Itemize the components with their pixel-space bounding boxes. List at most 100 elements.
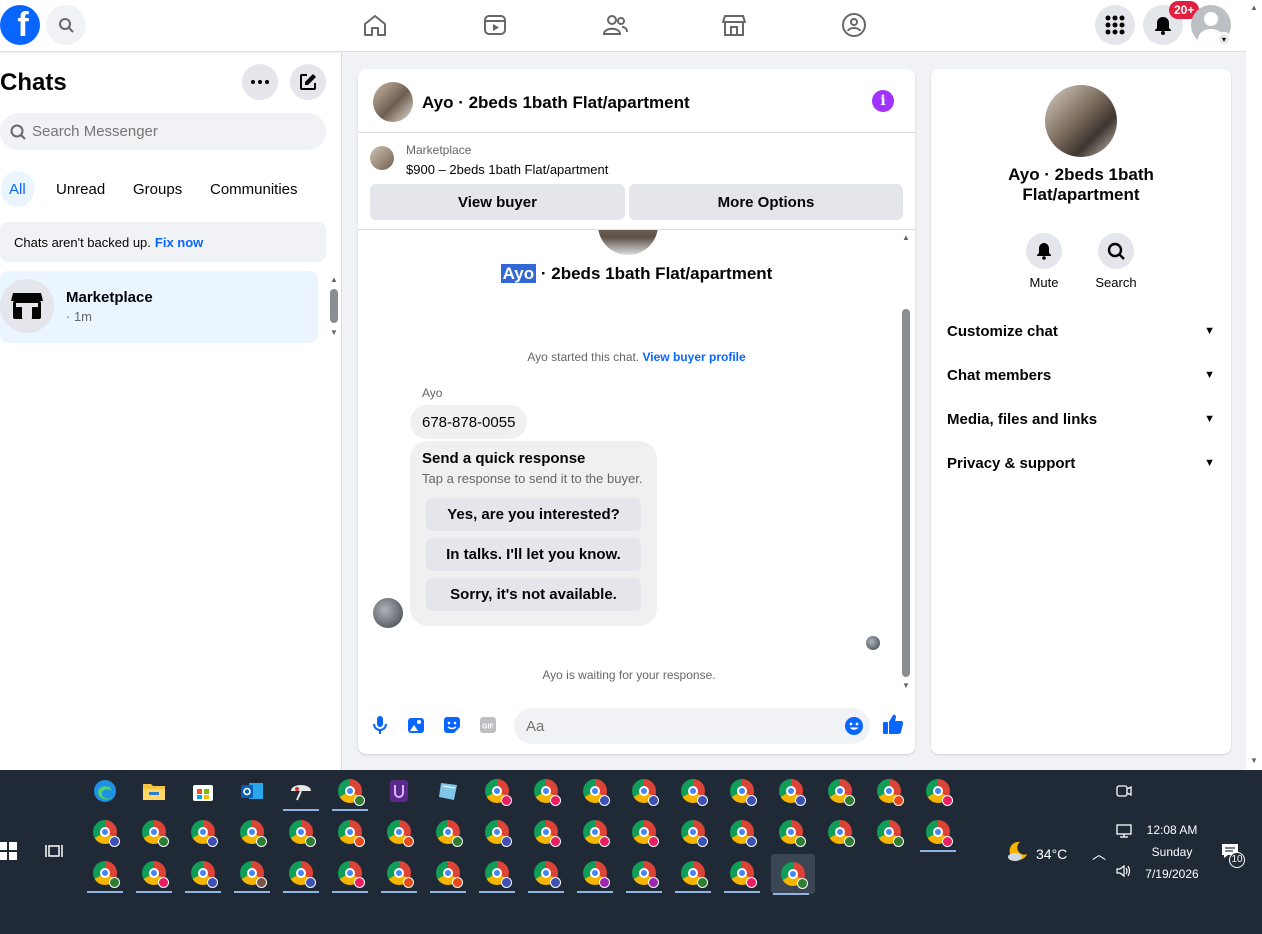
chrome-app[interactable] xyxy=(624,772,664,810)
privacy-support-section[interactable]: Privacy & support ▼ xyxy=(947,445,1215,481)
chrome-app[interactable] xyxy=(379,854,419,893)
sticker-button[interactable] xyxy=(442,715,462,735)
chat-list-item[interactable]: Marketplace · 1m xyxy=(0,271,318,343)
conversation-scrollbar[interactable]: ▲ ▼ xyxy=(901,230,911,692)
message-input-box[interactable] xyxy=(514,708,870,744)
quick-response-in-talks-button[interactable]: In talks. I'll let you know. xyxy=(426,538,641,571)
customize-chat-section[interactable]: Customize chat ▼ xyxy=(947,313,1215,349)
chrome-app[interactable] xyxy=(722,772,762,810)
chrome-app[interactable] xyxy=(673,772,713,810)
chrome-app[interactable] xyxy=(379,813,419,851)
search-messenger-input[interactable] xyxy=(32,123,312,140)
chrome-app[interactable] xyxy=(85,854,125,893)
chrome-app[interactable] xyxy=(477,854,517,893)
page-scrollbar[interactable]: ▲ ▼ xyxy=(1246,0,1262,770)
conversation-avatar[interactable] xyxy=(373,82,413,122)
chrome-app[interactable] xyxy=(281,813,321,851)
search-conversation-button[interactable] xyxy=(1098,233,1134,269)
chrome-profile-app[interactable] xyxy=(330,772,370,811)
info-icon[interactable]: i xyxy=(872,90,894,112)
fix-now-link[interactable]: Fix now xyxy=(155,235,203,250)
edge-app[interactable] xyxy=(85,772,125,810)
chat-members-section[interactable]: Chat members ▼ xyxy=(947,357,1215,393)
chrome-app[interactable] xyxy=(281,854,321,893)
view-buyer-profile-link[interactable]: View buyer profile xyxy=(643,350,746,364)
microphone-button[interactable] xyxy=(370,715,390,735)
clock-time[interactable]: 12:08 AM xyxy=(1138,823,1206,837)
store-app[interactable] xyxy=(183,772,223,810)
chrome-app[interactable] xyxy=(428,813,468,851)
chrome-app[interactable] xyxy=(477,813,517,851)
clock-date[interactable]: 7/19/2026 xyxy=(1138,867,1206,881)
listing-title[interactable]: $900 – 2beds 1bath Flat/apartment xyxy=(406,162,608,177)
chrome-app[interactable] xyxy=(575,854,615,893)
task-view-button[interactable] xyxy=(34,832,74,870)
chrome-app[interactable] xyxy=(183,854,223,893)
clock-day[interactable]: Sunday xyxy=(1138,845,1206,859)
chrome-app[interactable] xyxy=(722,813,762,851)
chrome-app[interactable] xyxy=(918,813,958,852)
chrome-app[interactable] xyxy=(771,813,811,851)
chrome-app[interactable] xyxy=(134,854,174,893)
chrome-app[interactable] xyxy=(673,813,713,851)
chrome-app[interactable] xyxy=(232,854,272,893)
message-bubble[interactable]: 678-878-0055 xyxy=(410,405,528,439)
quick-response-not-available-button[interactable]: Sorry, it's not available. xyxy=(426,578,641,611)
chrome-app[interactable] xyxy=(624,854,664,893)
chrome-app[interactable] xyxy=(134,813,174,851)
chrome-app[interactable] xyxy=(869,772,909,810)
friends-nav[interactable] xyxy=(600,10,630,40)
marketplace-nav[interactable] xyxy=(719,10,749,40)
media-files-links-section[interactable]: Media, files and links ▼ xyxy=(947,401,1215,437)
meet-now-button[interactable] xyxy=(1104,772,1144,810)
message-input[interactable] xyxy=(526,717,826,735)
chrome-app[interactable] xyxy=(575,813,615,851)
chrome-app[interactable] xyxy=(918,772,958,810)
chrome-app[interactable] xyxy=(820,772,860,810)
start-button[interactable] xyxy=(0,832,28,870)
tab-all[interactable]: All xyxy=(1,171,34,207)
facebook-logo[interactable]: f xyxy=(0,5,40,45)
chrome-app[interactable] xyxy=(869,813,909,851)
purple-app[interactable] xyxy=(379,772,419,810)
groups-nav[interactable] xyxy=(839,10,869,40)
like-button[interactable] xyxy=(882,713,904,735)
chrome-app[interactable] xyxy=(771,772,811,810)
chrome-app-active[interactable] xyxy=(771,854,815,895)
search-button[interactable] xyxy=(46,5,86,45)
chrome-app[interactable] xyxy=(85,813,125,851)
tab-unread[interactable]: Unread xyxy=(48,171,113,207)
app-umbrella[interactable] xyxy=(281,772,321,811)
chrome-app[interactable] xyxy=(575,772,615,810)
chrome-app[interactable] xyxy=(330,854,370,893)
chrome-app[interactable] xyxy=(183,813,223,851)
more-options-button[interactable]: More Options xyxy=(629,184,903,220)
mute-button[interactable] xyxy=(1026,233,1062,269)
view-buyer-button[interactable]: View buyer xyxy=(370,184,625,220)
search-messenger-box[interactable] xyxy=(0,113,326,150)
new-message-button[interactable] xyxy=(290,64,326,100)
chevron-down-icon[interactable]: ▾ xyxy=(1217,32,1231,46)
photo-button[interactable] xyxy=(406,715,426,735)
gif-button[interactable]: GIF xyxy=(478,715,498,735)
chrome-app[interactable] xyxy=(330,813,370,851)
chats-scrollbar[interactable]: ▲ ▼ xyxy=(329,275,339,339)
chrome-app[interactable] xyxy=(820,813,860,851)
notes-app[interactable] xyxy=(428,772,468,810)
emoji-icon[interactable] xyxy=(844,716,864,736)
menu-button[interactable] xyxy=(1095,5,1135,45)
chrome-app[interactable] xyxy=(428,854,468,893)
file-explorer-app[interactable] xyxy=(134,772,174,810)
chrome-app[interactable] xyxy=(477,772,517,810)
chrome-app[interactable] xyxy=(624,813,664,851)
tab-communities[interactable]: Communities xyxy=(202,171,306,207)
outlook-app[interactable] xyxy=(232,772,272,810)
chrome-app[interactable] xyxy=(673,854,713,893)
chrome-app[interactable] xyxy=(526,772,566,810)
chrome-app[interactable] xyxy=(526,854,566,893)
chrome-app[interactable] xyxy=(232,813,272,851)
chrome-app[interactable] xyxy=(526,813,566,851)
chat-options-button[interactable] xyxy=(242,64,278,100)
tab-groups[interactable]: Groups xyxy=(125,171,190,207)
weather-widget[interactable] xyxy=(995,832,1041,870)
